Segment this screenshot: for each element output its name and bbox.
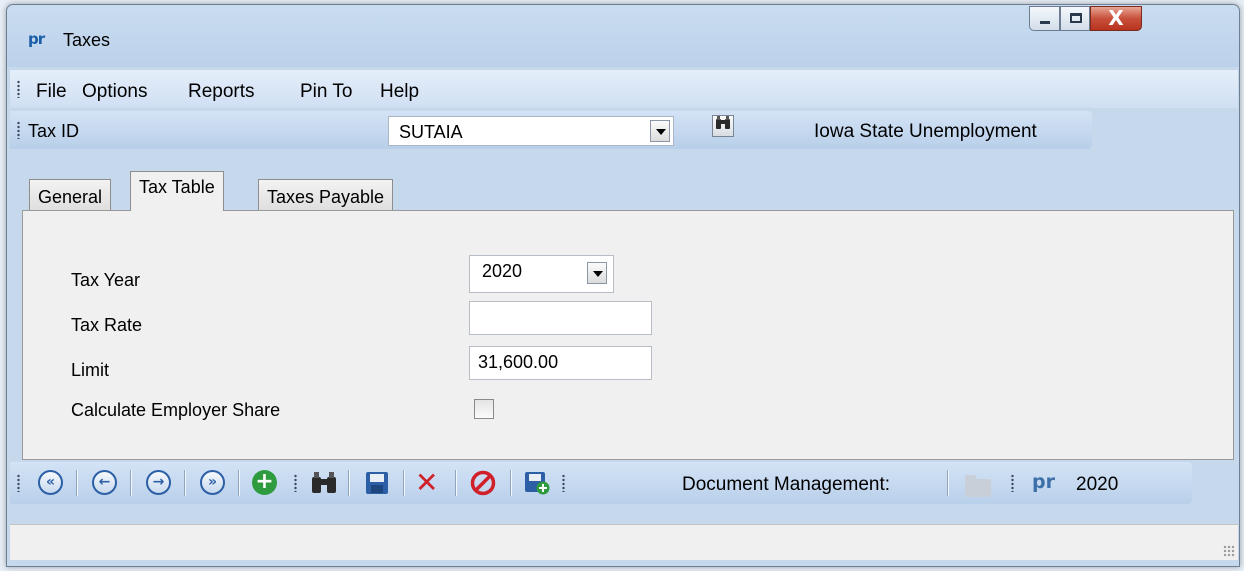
title-bar[interactable]: pr Taxes X <box>7 5 1239 67</box>
tax-id-dropdown-button[interactable] <box>650 120 670 142</box>
tab-tax-table-label: Tax Table <box>139 177 215 197</box>
tax-year-select[interactable]: 2020 <box>469 255 614 293</box>
minimize-icon <box>1040 21 1050 24</box>
cancel-icon[interactable] <box>470 470 496 502</box>
window-title: Taxes <box>63 30 111 50</box>
tax-table-panel <box>22 210 1234 460</box>
navbar-grip[interactable] <box>17 474 20 492</box>
menu-bar: File Options Reports Pin To Help <box>10 70 1238 108</box>
tax-id-value: SUTAIA <box>399 122 463 142</box>
tax-rate-label: Tax Rate <box>71 315 143 335</box>
toolstrip-grip[interactable] <box>17 121 20 139</box>
status-bar <box>10 524 1238 560</box>
limit-input[interactable]: 31,600.00 <box>469 346 652 380</box>
close-icon: X <box>1108 6 1124 30</box>
tax-id-toolstrip: Tax ID SUTAIA Iowa State Unemployment <box>10 111 1092 149</box>
separator <box>510 470 511 496</box>
previous-record-icon[interactable]: ← <box>92 470 117 495</box>
document-management-label: Document Management: <box>682 474 891 495</box>
separator <box>76 470 77 496</box>
tab-taxes-payable-label: Taxes Payable <box>267 187 385 207</box>
minimize-button[interactable] <box>1029 6 1060 31</box>
tax-year-value: 2020 <box>482 261 523 281</box>
navbar-grip-2[interactable] <box>294 474 297 492</box>
app-logo-icon: pr <box>28 30 45 48</box>
employer-share-checkbox[interactable] <box>474 399 494 419</box>
find-icon[interactable] <box>310 471 338 501</box>
tab-general-label: General <box>38 187 103 207</box>
add-record-icon[interactable]: + <box>252 470 277 495</box>
separator <box>455 470 456 496</box>
separator <box>238 470 239 496</box>
navbar-grip-3[interactable] <box>562 474 565 492</box>
menu-pin-to[interactable]: Pin To <box>300 81 352 103</box>
tab-general[interactable]: General <box>29 179 112 211</box>
menu-options[interactable]: Options <box>82 81 147 103</box>
tax-rate-input[interactable] <box>469 301 652 335</box>
tax-id-description: Iowa State Unemployment <box>814 121 1037 142</box>
first-record-icon[interactable]: « <box>38 470 63 495</box>
delete-icon[interactable]: ✕ <box>415 466 438 499</box>
save-new-icon[interactable] <box>524 471 550 501</box>
last-record-icon[interactable]: » <box>200 470 225 495</box>
tax-year-label: Tax Year <box>71 270 141 290</box>
employer-share-label: Calculate Employer Share <box>71 400 281 420</box>
save-icon[interactable] <box>365 471 389 501</box>
menu-file[interactable]: File <box>36 81 67 103</box>
separator <box>403 470 404 496</box>
tax-id-find-button[interactable] <box>712 115 734 137</box>
folder-icon[interactable] <box>965 475 991 497</box>
separator <box>184 470 185 496</box>
tax-id-combo[interactable]: SUTAIA <box>388 116 674 146</box>
resize-grip-icon[interactable] <box>1223 545 1235 557</box>
menu-reports[interactable]: Reports <box>188 81 255 103</box>
separator <box>130 470 131 496</box>
separator <box>947 470 948 496</box>
toolbar-year: 2020 <box>1076 474 1119 495</box>
close-button[interactable]: X <box>1090 6 1142 31</box>
pr-logo-icon[interactable]: pr <box>1032 471 1055 493</box>
tax-year-dropdown-button[interactable] <box>587 262 607 284</box>
separator <box>348 470 349 496</box>
tax-id-label: Tax ID <box>28 121 80 141</box>
navbar-grip-4[interactable] <box>1011 474 1014 492</box>
maximize-button[interactable] <box>1060 6 1090 31</box>
menu-grip[interactable] <box>17 80 20 98</box>
maximize-icon <box>1070 13 1082 23</box>
binoculars-icon <box>716 116 730 129</box>
record-navigation-toolbar: « ← → » + ✕ Document Management: pr 2020 <box>10 462 1192 504</box>
chevron-down-icon <box>656 129 666 135</box>
tab-tax-table[interactable]: Tax Table <box>130 171 224 211</box>
tab-taxes-payable[interactable]: Taxes Payable <box>258 179 394 211</box>
menu-help[interactable]: Help <box>380 81 419 103</box>
limit-label: Limit <box>71 360 110 380</box>
limit-value: 31,600.00 <box>478 352 559 372</box>
next-record-icon[interactable]: → <box>146 470 171 495</box>
chevron-down-icon <box>593 271 603 277</box>
